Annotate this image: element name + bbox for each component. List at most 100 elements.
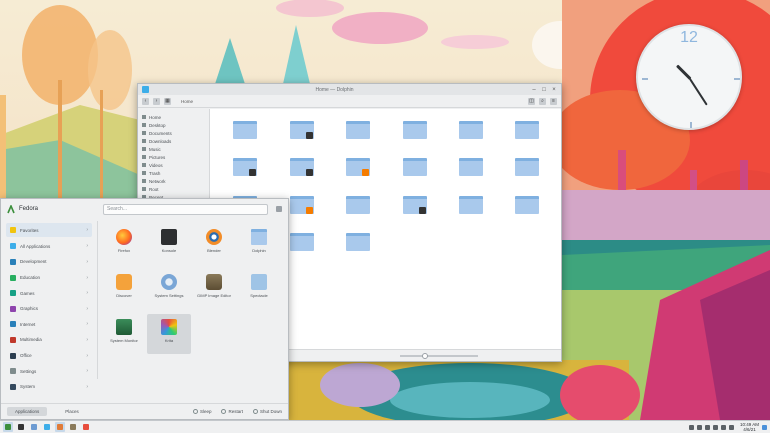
task-konsole[interactable] — [16, 422, 26, 432]
panel-clock[interactable]: 10:49 AM 4/6/21 — [740, 422, 759, 432]
place-item[interactable]: Trash — [142, 169, 209, 177]
shutdown-button[interactable]: Shut Down — [252, 409, 282, 414]
place-item[interactable]: Videos — [142, 161, 209, 169]
app-tile[interactable]: System Monitor — [102, 314, 146, 354]
category-label: Education — [20, 275, 41, 281]
application-launcher[interactable]: Fedora Search... Favorites › All Applicati… — [0, 198, 289, 420]
window-titlebar[interactable]: Home — Dolphin ‒ □ × — [138, 84, 561, 95]
category-item[interactable]: Favorites › — [6, 223, 92, 237]
tab-applications[interactable]: Applications — [7, 407, 48, 416]
category-icon — [10, 352, 16, 359]
place-item[interactable]: Root — [142, 185, 209, 193]
folder-item[interactable] — [230, 119, 260, 149]
app-tile[interactable]: System Settings — [147, 269, 191, 309]
search-icon[interactable]: ⌕ — [539, 97, 546, 105]
minimize-icon[interactable]: ‒ — [531, 87, 537, 93]
folder-item[interactable] — [287, 231, 317, 261]
folder-item[interactable] — [456, 156, 486, 186]
folder-item[interactable] — [400, 156, 430, 186]
back-icon[interactable]: ‹ — [142, 97, 149, 105]
pin-icon[interactable] — [276, 206, 282, 212]
launcher-button[interactable] — [3, 422, 13, 432]
tab-places[interactable]: Places — [57, 407, 87, 416]
category-item[interactable]: System › — [6, 379, 92, 395]
folder-item[interactable] — [512, 119, 542, 149]
category-item[interactable]: Graphics › — [6, 301, 92, 317]
close-icon[interactable]: × — [551, 87, 557, 93]
app-tile[interactable]: Discover — [102, 269, 146, 309]
chevron-right-icon: › — [86, 383, 88, 390]
category-item[interactable]: Internet › — [6, 317, 92, 333]
folder-item[interactable] — [456, 194, 486, 224]
place-item[interactable]: Home — [142, 113, 209, 121]
folder-item[interactable] — [512, 194, 542, 224]
breadcrumb[interactable]: Home — [181, 99, 193, 104]
split-icon[interactable]: ◫ — [528, 97, 535, 105]
sleep-button[interactable]: Sleep — [192, 409, 211, 414]
restart-button[interactable]: Restart — [221, 409, 243, 414]
folder-item[interactable] — [343, 194, 373, 224]
task-discover[interactable] — [55, 422, 65, 432]
category-item[interactable]: Games › — [6, 285, 92, 301]
app-tile[interactable]: Blender — [192, 224, 236, 264]
place-item[interactable]: Downloads — [142, 137, 209, 145]
folder-item[interactable] — [400, 194, 430, 224]
folder-item[interactable] — [287, 194, 317, 224]
shutdown-label: Shut Down — [259, 409, 282, 414]
analog-clock-widget[interactable]: 12 — [636, 24, 742, 130]
place-item[interactable]: Documents — [142, 129, 209, 137]
zoom-slider[interactable] — [400, 353, 478, 359]
search-input[interactable]: Search... — [103, 203, 268, 215]
app-tile[interactable]: Konsole — [147, 224, 191, 264]
category-icon — [10, 243, 16, 250]
tray-expand-icon[interactable] — [728, 424, 734, 430]
place-icon — [142, 147, 146, 151]
chevron-right-icon: › — [86, 305, 88, 312]
folder-item[interactable] — [343, 119, 373, 149]
folder-item[interactable] — [456, 119, 486, 149]
place-item[interactable]: Desktop — [142, 121, 209, 129]
task-gimp[interactable] — [68, 422, 78, 432]
place-item[interactable]: Music — [142, 145, 209, 153]
task-dolphin[interactable] — [42, 422, 52, 432]
forward-icon[interactable]: › — [153, 97, 160, 105]
app-tile[interactable]: Dolphin — [237, 224, 281, 264]
category-item[interactable]: Education › — [6, 270, 92, 286]
zoom-slider-handle[interactable] — [422, 353, 428, 359]
category-item[interactable]: Settings › — [6, 363, 92, 379]
launcher-footer: Applications Places Sleep Restart Shut D… — [1, 403, 288, 419]
folder-item[interactable] — [230, 156, 260, 186]
place-label: Pictures — [149, 154, 166, 160]
category-item[interactable]: Office › — [6, 348, 92, 364]
menu-icon[interactable]: ≡ — [550, 97, 557, 105]
clipboard-icon[interactable] — [704, 424, 710, 430]
category-item[interactable]: Multimedia › — [6, 332, 92, 348]
folder-item[interactable] — [287, 156, 317, 186]
task-settings[interactable] — [29, 422, 39, 432]
app-tile[interactable]: Spectacle — [237, 269, 281, 309]
category-item[interactable]: Development › — [6, 254, 92, 270]
show-desktop-icon[interactable] — [762, 424, 767, 430]
category-label: Office — [20, 353, 32, 359]
place-icon — [142, 155, 146, 159]
category-item[interactable]: All Applications › — [6, 239, 92, 255]
battery-icon[interactable] — [720, 424, 726, 430]
folder-item[interactable] — [400, 119, 430, 149]
notifications-icon[interactable] — [712, 424, 718, 430]
app-tile[interactable]: GIMP Image Editor — [192, 269, 236, 309]
blender-icon — [206, 229, 222, 245]
folder-item[interactable] — [343, 231, 373, 261]
place-item[interactable]: Pictures — [142, 153, 209, 161]
app-tile[interactable]: Krita — [147, 314, 191, 354]
task-krita[interactable] — [81, 422, 91, 432]
folder-item[interactable] — [287, 119, 317, 149]
power-icon — [252, 409, 258, 414]
network-icon[interactable] — [688, 424, 694, 430]
app-tile[interactable]: Firefox — [102, 224, 146, 264]
folder-item[interactable] — [343, 156, 373, 186]
place-item[interactable]: Network — [142, 177, 209, 185]
maximize-icon[interactable]: □ — [541, 87, 547, 93]
view-icon[interactable]: ▦ — [164, 97, 171, 105]
folder-item[interactable] — [512, 156, 542, 186]
volume-icon[interactable] — [696, 424, 702, 430]
